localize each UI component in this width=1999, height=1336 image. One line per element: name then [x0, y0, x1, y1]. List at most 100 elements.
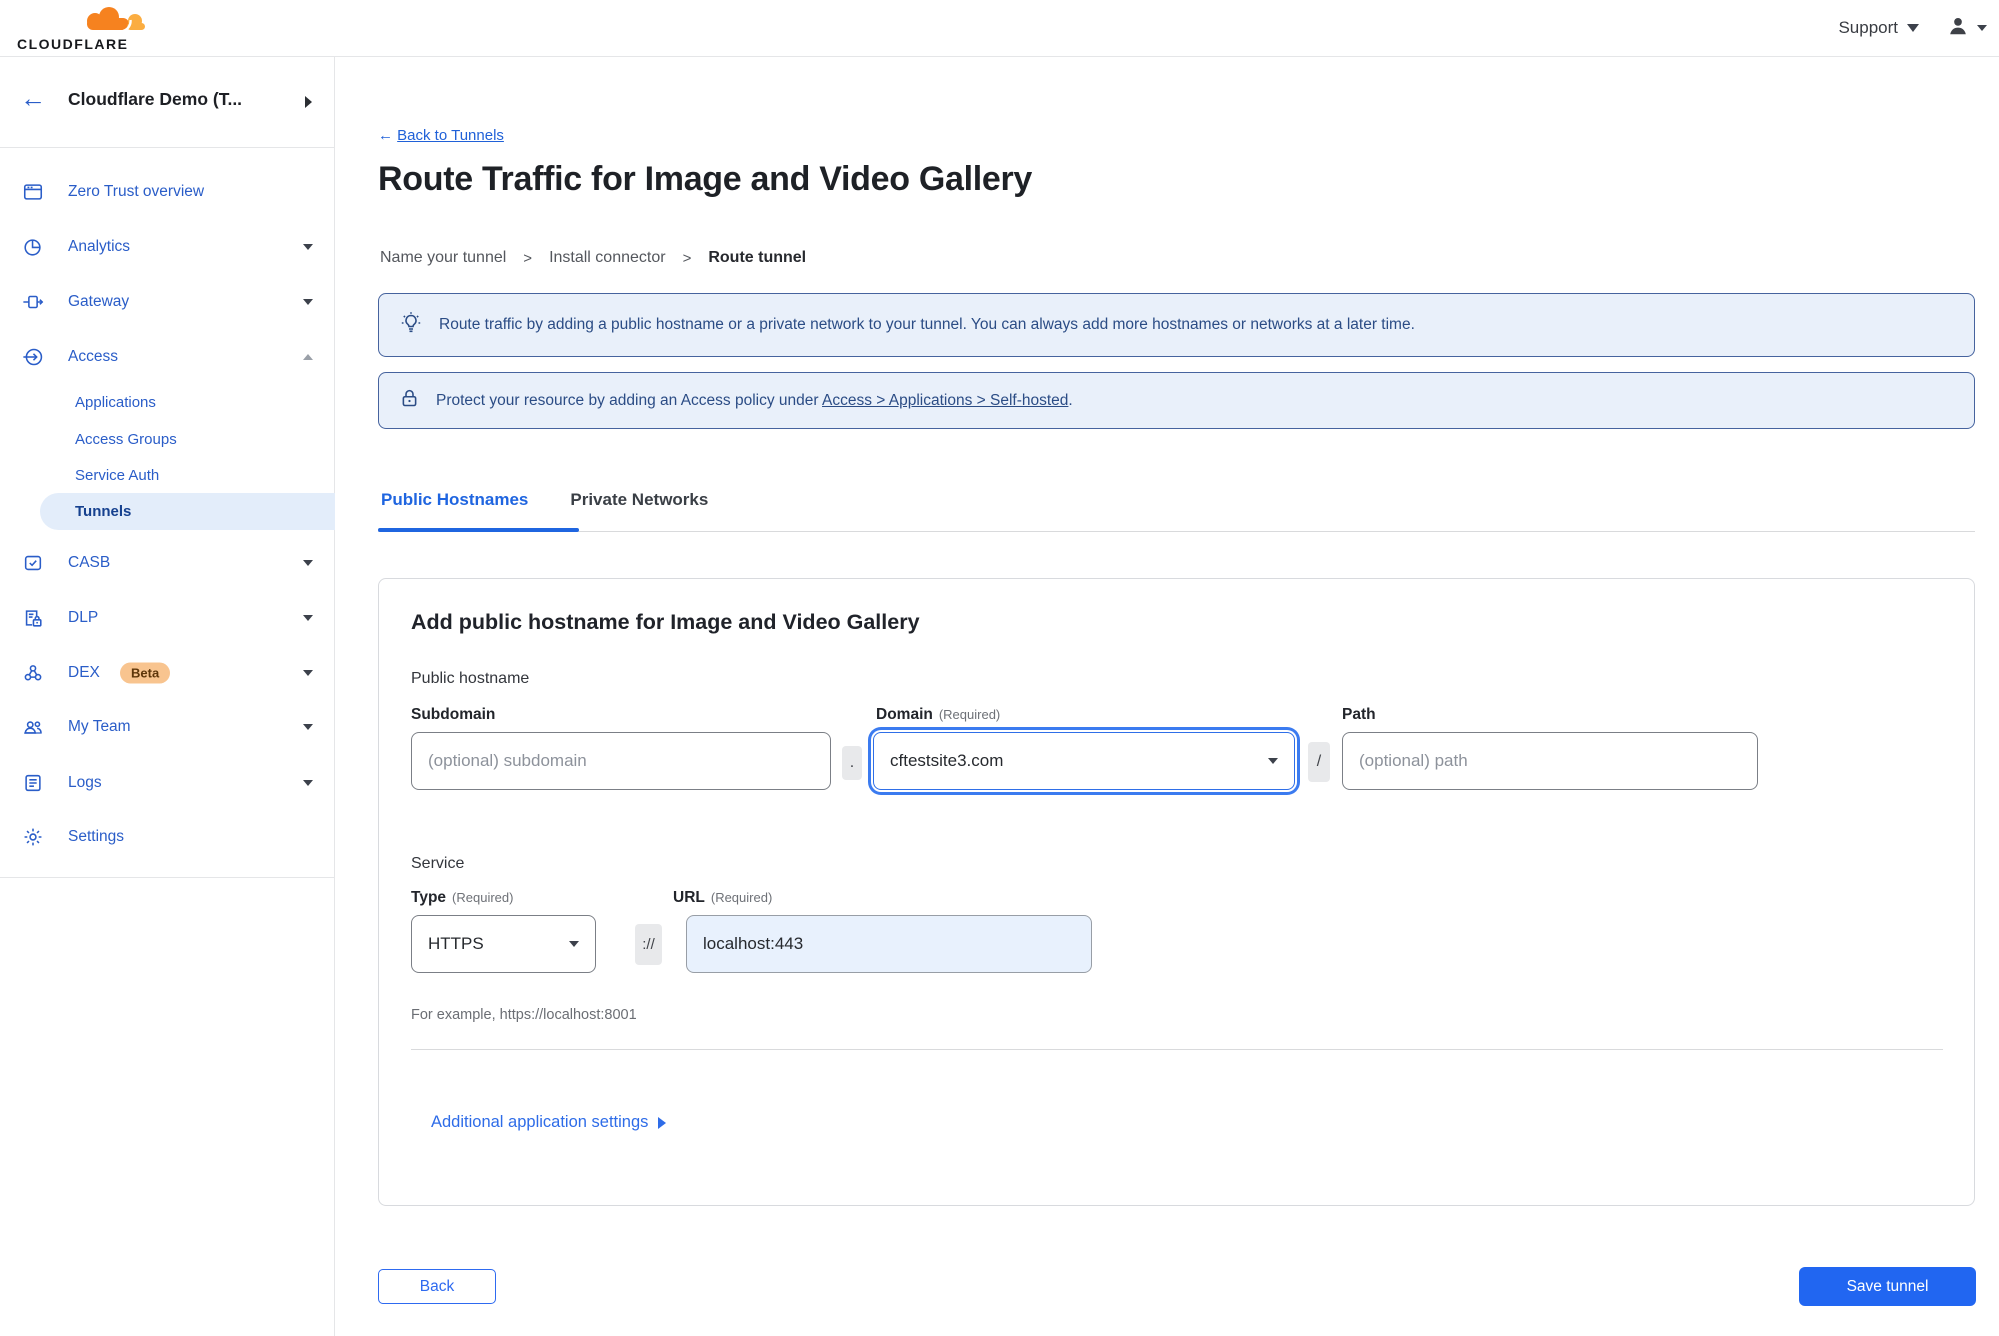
tab-bar: Public Hostnames Private Networks [378, 490, 711, 510]
scheme-separator: :// [635, 924, 662, 965]
chevron-right-icon[interactable] [305, 96, 312, 108]
sidebar-item-service-auth[interactable]: Service Auth [0, 457, 335, 493]
save-tunnel-button[interactable]: Save tunnel [1799, 1267, 1976, 1306]
back-link-label: Back to Tunnels [397, 127, 504, 144]
breadcrumb-separator: > [682, 249, 692, 267]
chevron-down-icon [1907, 24, 1919, 32]
lightbulb-icon [399, 311, 423, 340]
subdomain-label: Subdomain [411, 706, 496, 723]
back-button[interactable]: Back [378, 1269, 496, 1304]
required-hint: (Required) [710, 890, 773, 905]
sidebar-item-label: DLP [68, 609, 99, 626]
additional-settings-label: Additional application settings [431, 1113, 649, 1131]
type-label-text: Type [411, 889, 447, 906]
support-label: Support [1838, 18, 1898, 37]
sidebar-item-tunnels[interactable]: Tunnels [0, 493, 335, 530]
active-tab-underline [378, 528, 579, 532]
chevron-down-icon [303, 780, 313, 786]
hostname-card: Add public hostname for Image and Video … [378, 578, 1975, 1206]
chevron-down-icon [303, 615, 313, 621]
back-arrow-icon: ← [378, 127, 393, 144]
sidebar-item-analytics[interactable]: Analytics [0, 220, 335, 274]
access-banner-prefix: Protect your resource by adding an Acces… [436, 391, 819, 409]
dot-separator: . [842, 746, 862, 780]
tab-public-hostnames[interactable]: Public Hostnames [378, 490, 531, 510]
sidebar-item-access-groups[interactable]: Access Groups [0, 421, 335, 457]
team-switcher[interactable]: ← Cloudflare Demo (T... [0, 57, 334, 148]
service-url-input[interactable] [686, 915, 1092, 973]
gateway-icon [20, 291, 46, 313]
chevron-right-icon [658, 1116, 667, 1129]
divider [378, 531, 1975, 532]
chevron-down-icon [303, 670, 313, 676]
type-label: Type (Required) [411, 889, 513, 907]
url-label-text: URL [673, 889, 705, 906]
sidebar-item-casb[interactable]: CASB [0, 536, 335, 590]
divider [0, 877, 335, 878]
page-title: Route Traffic for Image and Video Galler… [378, 160, 1033, 198]
sidebar-item-label: Settings [68, 828, 125, 845]
sidebar-item-label: Logs [68, 774, 102, 791]
beta-badge: Beta [120, 662, 171, 684]
sidebar-item-applications[interactable]: Applications [0, 384, 335, 420]
logs-icon [20, 772, 46, 794]
dex-icon [20, 662, 46, 684]
sidebar-item-label: Zero Trust overview [68, 183, 205, 200]
back-to-tunnels-link[interactable]: ← Back to Tunnels [378, 127, 504, 144]
sidebar-item-zero-trust-overview[interactable]: Zero Trust overview [0, 165, 335, 219]
required-hint: (Required) [452, 890, 514, 905]
path-input[interactable] [1342, 732, 1758, 790]
service-type-select[interactable]: HTTPS [411, 915, 596, 973]
account-menu[interactable] [1947, 15, 1987, 42]
domain-select[interactable]: cftestsite3.com [873, 732, 1295, 790]
sidebar: ← Cloudflare Demo (T... Zero Trust overv… [0, 57, 335, 1336]
step-route-tunnel: Route tunnel [708, 249, 807, 266]
info-banner: Route traffic by adding a public hostnam… [378, 293, 1975, 357]
casb-icon [20, 552, 46, 574]
sidebar-item-label: DEX [68, 664, 100, 681]
chevron-down-icon [303, 299, 313, 305]
chevron-down-icon [1977, 25, 1987, 31]
tab-private-networks[interactable]: Private Networks [567, 490, 711, 510]
overview-icon [20, 181, 46, 203]
sidebar-subitem-label: Tunnels [75, 503, 132, 520]
sidebar-item-dlp[interactable]: DLP [0, 591, 335, 645]
domain-label: Domain (Required) [876, 706, 1000, 724]
domain-selected-value: cftestsite3.com [890, 751, 1004, 770]
sidebar-item-gateway[interactable]: Gateway [0, 275, 335, 329]
sidebar-item-my-team[interactable]: My Team [0, 700, 335, 754]
breadcrumb-separator: > [523, 249, 533, 267]
step-name-your-tunnel: Name your tunnel [380, 249, 507, 266]
chevron-down-icon [303, 724, 313, 730]
cloudflare-wordmark: CLOUDFLARE [17, 36, 129, 52]
sidebar-subitem-label: Applications [75, 393, 156, 411]
chevron-down-icon [303, 560, 313, 566]
settings-gear-icon [20, 826, 46, 848]
sidebar-item-label: My Team [68, 718, 131, 735]
sidebar-item-label: Analytics [68, 238, 131, 255]
team-name: Cloudflare Demo (T... [68, 89, 243, 109]
access-banner-suffix: . [1068, 391, 1073, 409]
sidebar-item-logs[interactable]: Logs [0, 756, 335, 810]
sidebar-item-label: Gateway [68, 293, 130, 310]
slash-separator: / [1308, 742, 1330, 782]
sidebar-item-access[interactable]: Access [0, 330, 335, 384]
chevron-down-icon [303, 244, 313, 250]
main-content: ← Back to Tunnels Route Traffic for Imag… [335, 57, 1999, 1336]
additional-application-settings-link[interactable]: Additional application settings [431, 1113, 667, 1132]
path-label: Path [1342, 706, 1376, 723]
access-policy-banner: Protect your resource by adding an Acces… [378, 372, 1975, 429]
user-avatar-icon [1947, 15, 1969, 42]
type-selected-value: HTTPS [428, 934, 484, 953]
cloudflare-logo[interactable]: CLOUDFLARE [17, 4, 159, 54]
support-menu[interactable]: Support [1838, 18, 1919, 38]
back-arrow-icon[interactable]: ← [20, 85, 46, 111]
access-applications-self-hosted-link[interactable]: Access > Applications > Self-hosted [822, 392, 1068, 409]
info-banner-text: Route traffic by adding a public hostnam… [439, 316, 1415, 333]
app-window: CLOUDFLARE Support ← Cloudflare Demo (T.… [0, 0, 1999, 1336]
service-section-label: Service [411, 855, 465, 872]
subdomain-input[interactable] [411, 732, 831, 790]
sidebar-item-dex[interactable]: DEX Beta [0, 646, 335, 700]
chevron-up-icon [303, 354, 313, 360]
sidebar-item-settings[interactable]: Settings [0, 810, 335, 864]
